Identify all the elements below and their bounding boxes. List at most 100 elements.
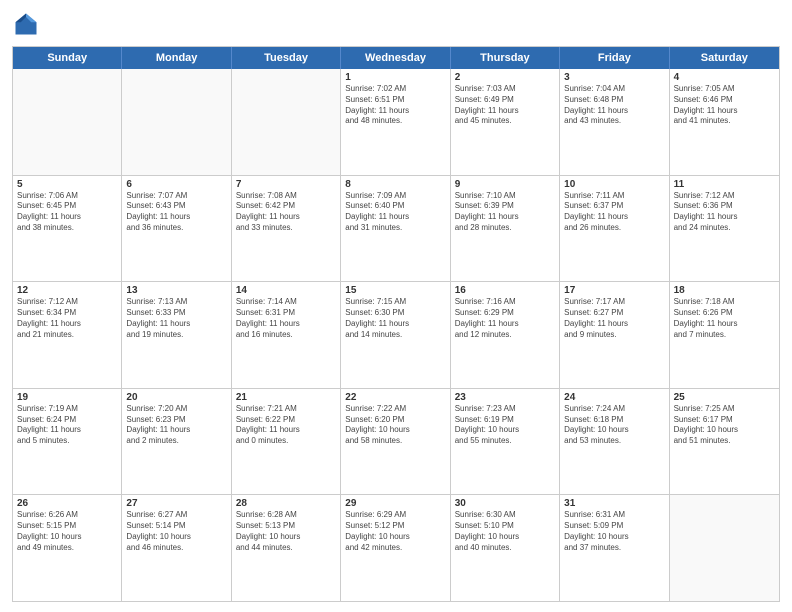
cal-cell-22: 22Sunrise: 7:22 AM Sunset: 6:20 PM Dayli… (341, 389, 450, 495)
cal-cell-7: 7Sunrise: 7:08 AM Sunset: 6:42 PM Daylig… (232, 176, 341, 282)
cell-info-text: Sunrise: 7:13 AM Sunset: 6:33 PM Dayligh… (126, 297, 226, 340)
day-header-thursday: Thursday (451, 47, 560, 69)
cell-date-number: 24 (564, 392, 664, 403)
cal-cell-23: 23Sunrise: 7:23 AM Sunset: 6:19 PM Dayli… (451, 389, 560, 495)
cal-cell-14: 14Sunrise: 7:14 AM Sunset: 6:31 PM Dayli… (232, 282, 341, 388)
cell-date-number: 1 (345, 72, 445, 83)
cal-cell-16: 16Sunrise: 7:16 AM Sunset: 6:29 PM Dayli… (451, 282, 560, 388)
cal-cell-18: 18Sunrise: 7:18 AM Sunset: 6:26 PM Dayli… (670, 282, 779, 388)
cell-info-text: Sunrise: 7:04 AM Sunset: 6:48 PM Dayligh… (564, 84, 664, 127)
cal-cell-empty (122, 69, 231, 175)
cell-date-number: 15 (345, 285, 445, 296)
cal-cell-26: 26Sunrise: 6:26 AM Sunset: 5:15 PM Dayli… (13, 495, 122, 601)
cell-date-number: 21 (236, 392, 336, 403)
cal-cell-empty (670, 495, 779, 601)
cal-row-3: 12Sunrise: 7:12 AM Sunset: 6:34 PM Dayli… (13, 282, 779, 389)
cal-cell-28: 28Sunrise: 6:28 AM Sunset: 5:13 PM Dayli… (232, 495, 341, 601)
cell-date-number: 27 (126, 498, 226, 509)
cell-date-number: 4 (674, 72, 775, 83)
cal-cell-4: 4Sunrise: 7:05 AM Sunset: 6:46 PM Daylig… (670, 69, 779, 175)
cell-date-number: 22 (345, 392, 445, 403)
day-header-wednesday: Wednesday (341, 47, 450, 69)
cal-row-1: 1Sunrise: 7:02 AM Sunset: 6:51 PM Daylig… (13, 69, 779, 176)
cell-info-text: Sunrise: 7:16 AM Sunset: 6:29 PM Dayligh… (455, 297, 555, 340)
cell-info-text: Sunrise: 7:12 AM Sunset: 6:34 PM Dayligh… (17, 297, 117, 340)
cell-info-text: Sunrise: 7:09 AM Sunset: 6:40 PM Dayligh… (345, 191, 445, 234)
cal-cell-empty (13, 69, 122, 175)
cell-info-text: Sunrise: 7:08 AM Sunset: 6:42 PM Dayligh… (236, 191, 336, 234)
logo-icon (12, 10, 40, 38)
cal-cell-17: 17Sunrise: 7:17 AM Sunset: 6:27 PM Dayli… (560, 282, 669, 388)
cell-info-text: Sunrise: 7:24 AM Sunset: 6:18 PM Dayligh… (564, 404, 664, 447)
cal-cell-12: 12Sunrise: 7:12 AM Sunset: 6:34 PM Dayli… (13, 282, 122, 388)
cal-cell-31: 31Sunrise: 6:31 AM Sunset: 5:09 PM Dayli… (560, 495, 669, 601)
cell-info-text: Sunrise: 7:05 AM Sunset: 6:46 PM Dayligh… (674, 84, 775, 127)
cal-cell-21: 21Sunrise: 7:21 AM Sunset: 6:22 PM Dayli… (232, 389, 341, 495)
cell-info-text: Sunrise: 6:29 AM Sunset: 5:12 PM Dayligh… (345, 510, 445, 553)
cell-info-text: Sunrise: 7:23 AM Sunset: 6:19 PM Dayligh… (455, 404, 555, 447)
cell-info-text: Sunrise: 7:17 AM Sunset: 6:27 PM Dayligh… (564, 297, 664, 340)
cell-date-number: 19 (17, 392, 117, 403)
cal-cell-8: 8Sunrise: 7:09 AM Sunset: 6:40 PM Daylig… (341, 176, 450, 282)
cal-cell-6: 6Sunrise: 7:07 AM Sunset: 6:43 PM Daylig… (122, 176, 231, 282)
cell-date-number: 28 (236, 498, 336, 509)
day-header-saturday: Saturday (670, 47, 779, 69)
logo (12, 10, 44, 38)
cell-date-number: 14 (236, 285, 336, 296)
cell-date-number: 25 (674, 392, 775, 403)
calendar-body: 1Sunrise: 7:02 AM Sunset: 6:51 PM Daylig… (13, 69, 779, 601)
cell-info-text: Sunrise: 7:06 AM Sunset: 6:45 PM Dayligh… (17, 191, 117, 234)
cal-cell-11: 11Sunrise: 7:12 AM Sunset: 6:36 PM Dayli… (670, 176, 779, 282)
day-headers: SundayMondayTuesdayWednesdayThursdayFrid… (13, 47, 779, 69)
cal-cell-9: 9Sunrise: 7:10 AM Sunset: 6:39 PM Daylig… (451, 176, 560, 282)
cell-info-text: Sunrise: 7:03 AM Sunset: 6:49 PM Dayligh… (455, 84, 555, 127)
cal-cell-20: 20Sunrise: 7:20 AM Sunset: 6:23 PM Dayli… (122, 389, 231, 495)
cell-date-number: 6 (126, 179, 226, 190)
cell-date-number: 13 (126, 285, 226, 296)
cell-date-number: 23 (455, 392, 555, 403)
cell-info-text: Sunrise: 6:27 AM Sunset: 5:14 PM Dayligh… (126, 510, 226, 553)
cell-info-text: Sunrise: 7:11 AM Sunset: 6:37 PM Dayligh… (564, 191, 664, 234)
page: SundayMondayTuesdayWednesdayThursdayFrid… (0, 0, 792, 612)
cell-date-number: 17 (564, 285, 664, 296)
cal-cell-1: 1Sunrise: 7:02 AM Sunset: 6:51 PM Daylig… (341, 69, 450, 175)
cal-cell-5: 5Sunrise: 7:06 AM Sunset: 6:45 PM Daylig… (13, 176, 122, 282)
cell-info-text: Sunrise: 7:07 AM Sunset: 6:43 PM Dayligh… (126, 191, 226, 234)
cal-row-5: 26Sunrise: 6:26 AM Sunset: 5:15 PM Dayli… (13, 495, 779, 601)
cell-date-number: 12 (17, 285, 117, 296)
cal-cell-3: 3Sunrise: 7:04 AM Sunset: 6:48 PM Daylig… (560, 69, 669, 175)
cell-date-number: 10 (564, 179, 664, 190)
cell-info-text: Sunrise: 7:22 AM Sunset: 6:20 PM Dayligh… (345, 404, 445, 447)
cell-info-text: Sunrise: 7:25 AM Sunset: 6:17 PM Dayligh… (674, 404, 775, 447)
cal-cell-2: 2Sunrise: 7:03 AM Sunset: 6:49 PM Daylig… (451, 69, 560, 175)
cal-cell-15: 15Sunrise: 7:15 AM Sunset: 6:30 PM Dayli… (341, 282, 450, 388)
cell-info-text: Sunrise: 7:15 AM Sunset: 6:30 PM Dayligh… (345, 297, 445, 340)
cell-info-text: Sunrise: 7:20 AM Sunset: 6:23 PM Dayligh… (126, 404, 226, 447)
day-header-monday: Monday (122, 47, 231, 69)
day-header-tuesday: Tuesday (232, 47, 341, 69)
cell-info-text: Sunrise: 7:19 AM Sunset: 6:24 PM Dayligh… (17, 404, 117, 447)
day-header-sunday: Sunday (13, 47, 122, 69)
cell-date-number: 29 (345, 498, 445, 509)
calendar: SundayMondayTuesdayWednesdayThursdayFrid… (12, 46, 780, 602)
cell-info-text: Sunrise: 6:26 AM Sunset: 5:15 PM Dayligh… (17, 510, 117, 553)
cell-date-number: 7 (236, 179, 336, 190)
cal-cell-24: 24Sunrise: 7:24 AM Sunset: 6:18 PM Dayli… (560, 389, 669, 495)
cal-cell-30: 30Sunrise: 6:30 AM Sunset: 5:10 PM Dayli… (451, 495, 560, 601)
cell-date-number: 16 (455, 285, 555, 296)
cell-date-number: 20 (126, 392, 226, 403)
cell-info-text: Sunrise: 7:14 AM Sunset: 6:31 PM Dayligh… (236, 297, 336, 340)
cell-info-text: Sunrise: 7:18 AM Sunset: 6:26 PM Dayligh… (674, 297, 775, 340)
cell-date-number: 5 (17, 179, 117, 190)
cal-cell-29: 29Sunrise: 6:29 AM Sunset: 5:12 PM Dayli… (341, 495, 450, 601)
day-header-friday: Friday (560, 47, 669, 69)
cell-date-number: 11 (674, 179, 775, 190)
cal-cell-13: 13Sunrise: 7:13 AM Sunset: 6:33 PM Dayli… (122, 282, 231, 388)
cell-date-number: 8 (345, 179, 445, 190)
cell-date-number: 18 (674, 285, 775, 296)
cal-cell-10: 10Sunrise: 7:11 AM Sunset: 6:37 PM Dayli… (560, 176, 669, 282)
cell-date-number: 3 (564, 72, 664, 83)
cal-cell-19: 19Sunrise: 7:19 AM Sunset: 6:24 PM Dayli… (13, 389, 122, 495)
cal-cell-25: 25Sunrise: 7:25 AM Sunset: 6:17 PM Dayli… (670, 389, 779, 495)
cal-cell-empty (232, 69, 341, 175)
